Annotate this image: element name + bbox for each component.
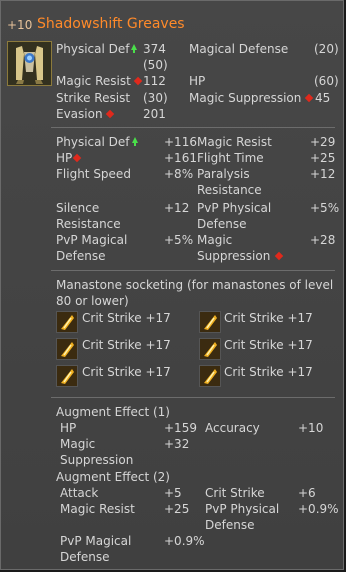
divider <box>51 270 335 271</box>
augment-2-magic-resist-label: Magic Resist <box>60 502 135 516</box>
base-physical-def-label: Physical Def <box>56 42 130 56</box>
debuff-marker-icon <box>105 109 115 119</box>
bonus-magic-supp-label-1: Magic <box>197 233 233 247</box>
base-evasion-value: 201 <box>143 107 166 121</box>
augment-2-pvp-phys-label-1: PvP Physical <box>205 502 280 516</box>
base-magic-suppression-value: 45 <box>315 91 331 105</box>
debuff-marker-icon <box>72 153 82 163</box>
bonus-pvp-mag-label-1: PvP Magical <box>56 233 128 247</box>
bonus-silence-label-1: Silence <box>56 201 100 215</box>
augment-1-magic-supp-label-2: Suppression <box>60 453 134 467</box>
augment-1-magic-supp-value: +32 <box>164 437 190 451</box>
augment-1-hp-label: HP <box>60 421 77 435</box>
greaves-icon <box>7 41 52 86</box>
bonus-paralysis-value: +12 <box>310 167 336 181</box>
bonus-silence-label-2: Resistance <box>56 217 121 231</box>
bonus-flight-speed-value: +8% <box>164 167 194 181</box>
base-magical-defense-value: (20) <box>314 42 339 56</box>
bonus-silence-value: +12 <box>164 201 190 215</box>
augment-2-crit-value: +6 <box>298 486 316 500</box>
augment-1-magic-supp-label-1: Magic <box>60 437 96 451</box>
augment-1-accuracy-value: +10 <box>298 421 324 435</box>
manastone-icon <box>56 365 78 387</box>
divider <box>51 397 335 398</box>
manastone-icon <box>199 311 221 333</box>
bonus-pvp-mag-value: +5% <box>164 233 194 247</box>
up-arrow-icon <box>132 137 138 146</box>
augment-2-pvp-mag-label-1: PvP Magical <box>60 534 132 548</box>
bonus-hp-label: HP <box>56 151 73 165</box>
debuff-marker-icon <box>304 93 314 103</box>
augment-1-title: Augment Effect (1) <box>56 405 170 419</box>
manastone-slot-4: Crit Strike +17 <box>224 338 313 352</box>
manastone-slot-2: Crit Strike +17 <box>224 311 313 325</box>
bonus-magic-supp-value: +28 <box>310 233 336 247</box>
base-magic-resist-label: Magic Resist <box>56 74 131 88</box>
bonus-pvp-phys-label-2: Defense <box>197 217 247 231</box>
base-magic-resist-value: 112 <box>143 74 166 88</box>
bonus-physical-def-label: Physical Def <box>56 135 130 149</box>
bonus-paralysis-label-1: Paralysis <box>197 167 250 181</box>
debuff-marker-icon <box>274 251 284 261</box>
debuff-marker-icon <box>133 76 143 86</box>
augment-2-title: Augment Effect (2) <box>56 470 170 484</box>
manastone-icon <box>56 311 78 333</box>
base-physical-def-value: 374 <box>143 42 166 56</box>
manastone-slot-5: Crit Strike +17 <box>82 365 171 379</box>
manastone-icon <box>199 338 221 360</box>
manastone-header-line-1: Manastone socketing (for manastones of l… <box>56 278 334 292</box>
bonus-hp-value: +161 <box>164 151 197 165</box>
bonus-paralysis-label-2: Resistance <box>197 183 262 197</box>
item-tooltip: +10 Shadowshift Greaves Physical Def 374… <box>0 0 344 570</box>
augment-2-pvp-phys-label-2: Defense <box>205 518 255 532</box>
manastone-icon <box>199 365 221 387</box>
base-magic-suppression-label: Magic Suppression <box>189 91 302 105</box>
manastone-slot-3: Crit Strike +17 <box>82 338 171 352</box>
augment-2-pvp-mag-label-2: Defense <box>60 550 110 564</box>
base-strike-resist-value: (30) <box>143 91 168 105</box>
divider <box>51 127 335 128</box>
augment-1-hp-value: +159 <box>164 421 197 435</box>
bonus-pvp-mag-label-2: Defense <box>56 249 106 263</box>
bonus-pvp-phys-value: +5% <box>310 201 340 215</box>
manastone-slot-1: Crit Strike +17 <box>82 311 171 325</box>
augment-2-attack-label: Attack <box>60 486 99 500</box>
base-hp-label: HP <box>189 74 206 88</box>
augment-2-attack-value: +5 <box>164 486 182 500</box>
manastone-header-line-2: 80 or lower) <box>56 294 129 308</box>
bonus-flight-time-label: Flight Time <box>197 151 264 165</box>
augment-2-pvp-mag-value: +0.9% <box>164 534 205 548</box>
bonus-flight-time-value: +25 <box>310 151 336 165</box>
base-strike-resist-label: Strike Resist <box>56 91 131 105</box>
bonus-flight-speed-label: Flight Speed <box>56 167 131 181</box>
manastone-icon <box>56 338 78 360</box>
augment-2-crit-label: Crit Strike <box>205 486 265 500</box>
augment-1-accuracy-label: Accuracy <box>205 421 260 435</box>
up-arrow-icon <box>131 44 137 53</box>
item-name: Shadowshift Greaves <box>37 16 185 32</box>
base-hp-value: (60) <box>314 74 339 88</box>
base-evasion-label: Evasion <box>56 107 103 121</box>
bonus-magic-supp-label-2: Suppression <box>197 249 271 263</box>
bonus-magic-resist-value: +29 <box>310 135 336 149</box>
base-magical-defense-label: Magical Defense <box>189 42 289 56</box>
bonus-magic-resist-label: Magic Resist <box>197 135 272 149</box>
bonus-pvp-phys-label-1: PvP Physical <box>197 201 272 215</box>
manastone-slot-6: Crit Strike +17 <box>224 365 313 379</box>
augment-2-pvp-phys-value: +0.9% <box>298 502 339 516</box>
enchant-level: +10 <box>7 18 33 32</box>
augment-2-magic-resist-value: +25 <box>164 502 190 516</box>
bonus-physical-def-value: +116 <box>164 135 197 149</box>
base-physical-def-base: (50) <box>143 58 168 72</box>
